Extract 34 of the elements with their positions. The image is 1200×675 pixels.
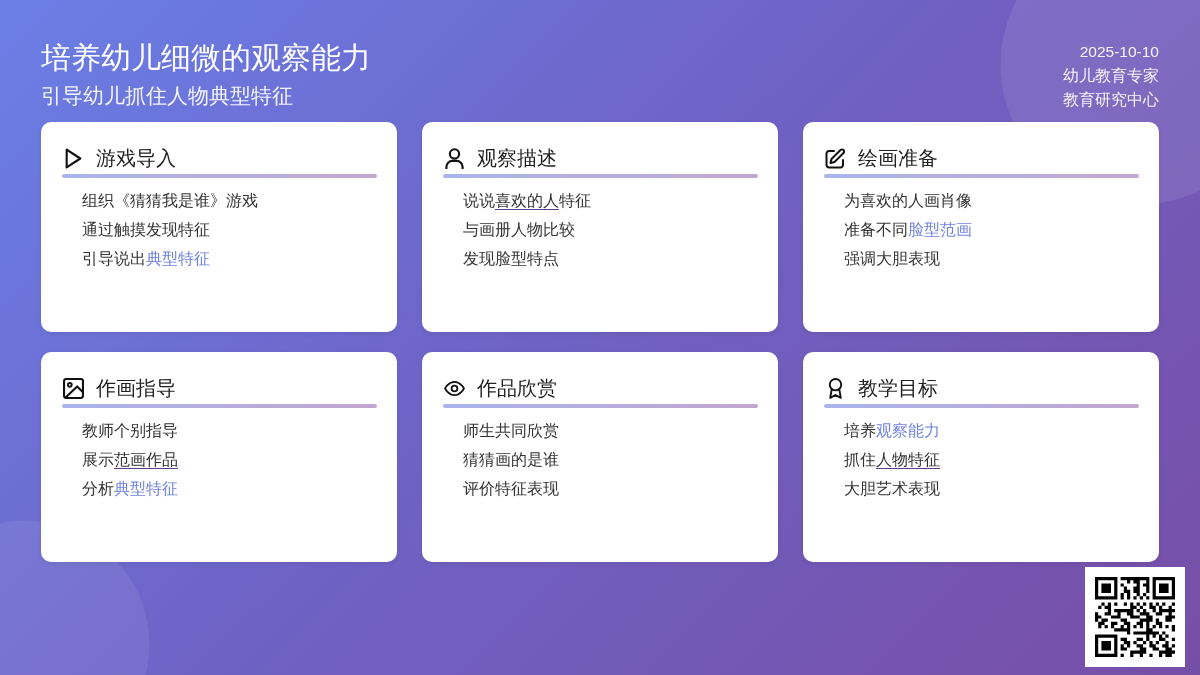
date-text: 2025-10-10: [1079, 42, 1159, 62]
page-subtitle: 引导幼儿抓住人物典型特征: [41, 83, 294, 109]
card-item-text: 分析典型特征: [82, 479, 179, 499]
card-title: 教学目标: [858, 376, 938, 401]
card-item-text: 评价特征表现: [463, 479, 560, 499]
card-item-text: 说说喜欢的人特征: [463, 191, 592, 211]
image-icon: [63, 377, 84, 399]
card-title: 作画指导: [96, 376, 176, 401]
card-item-text: 为喜欢的人画肖像: [844, 191, 973, 211]
pencil-square-icon: [825, 147, 846, 169]
card-item-text: 师生共同欣赏: [463, 421, 560, 441]
card-title: 作品欣赏: [477, 376, 557, 401]
card-item-text: 培养观察能力: [844, 421, 941, 441]
card-item-text: 抓住人物特征: [844, 450, 941, 470]
card-title: 游戏导入: [96, 146, 176, 171]
organization-text: 教育研究中心: [1063, 90, 1159, 110]
play-icon: [63, 147, 84, 169]
card-title: 绘画准备: [858, 146, 938, 171]
card-item-text: 与画册人物比较: [463, 220, 576, 240]
card-item-text: 发现脸型特点: [463, 249, 560, 269]
card-item-text: 大胆艺术表现: [844, 479, 941, 499]
card-item-text: 猜猜画的是谁: [463, 450, 560, 470]
card-item-text: 通过触摸发现特征: [82, 220, 211, 240]
card-item-text: 强调大胆表现: [844, 249, 941, 269]
card-item-text: 引导说出典型特征: [82, 249, 211, 269]
card-title: 观察描述: [477, 146, 557, 171]
card-item-text: 教师个别指导: [82, 421, 179, 441]
qr-code-icon: [1085, 567, 1185, 667]
page-title: 培养幼儿细微的观察能力: [41, 40, 371, 76]
card-item-text: 准备不同脸型范画: [844, 220, 973, 240]
card-item-text: 展示范画作品: [82, 450, 179, 470]
author-text: 幼儿教育专家: [1063, 66, 1159, 86]
card-item-text: 组织《猜猜我是谁》游戏: [82, 191, 259, 211]
person-icon: [444, 147, 465, 169]
